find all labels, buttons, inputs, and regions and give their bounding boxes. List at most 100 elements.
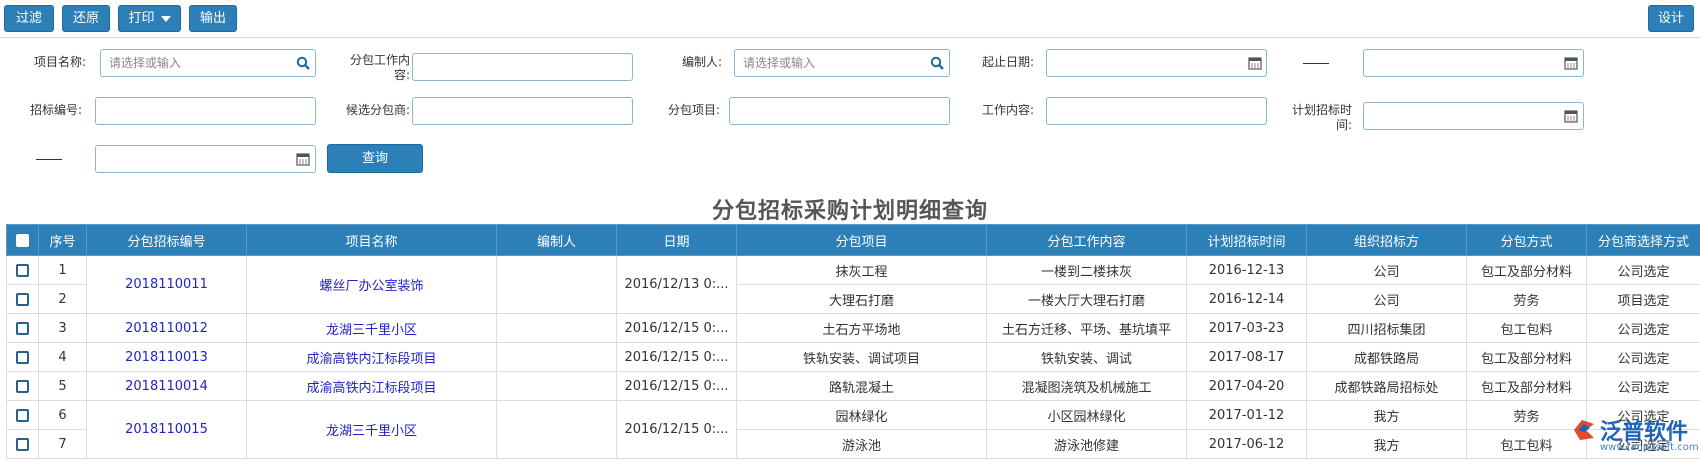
mode-cell: 劳务 — [1466, 400, 1587, 430]
plan-time-label-1: 计划招标时 — [1291, 103, 1352, 117]
print-button[interactable]: 打印 — [118, 5, 181, 32]
date-range-dash — [1303, 63, 1329, 64]
work-content-cell: 一楼大厅大理石打磨 — [986, 284, 1187, 314]
seq-cell: 6 — [38, 400, 87, 430]
table-header-row: 序号 分包招标编号 项目名称 编制人 日期 分包项目 分包工作内容 计划招标时间… — [6, 224, 1700, 256]
select-all-checkbox[interactable] — [16, 233, 29, 247]
sub-work-content-label-1: 分包工作内 — [349, 53, 410, 67]
search-icon[interactable] — [296, 56, 310, 70]
mode-cell: 包工包料 — [1466, 429, 1587, 459]
compiler-cell — [496, 371, 617, 401]
print-label: 打印 — [128, 11, 155, 26]
end-date-input[interactable] — [1363, 49, 1584, 77]
compiler-cell — [496, 255, 617, 314]
row-checkbox[interactable] — [16, 350, 29, 364]
watermark-url: www.fanpusoft.com — [1600, 442, 1699, 453]
table-row[interactable]: 4 2018110013 成渝高铁内江标段项目 2016/12/15 0:...… — [6, 342, 1700, 372]
row-select-cell[interactable] — [6, 313, 39, 343]
bid-no-link[interactable]: 2018110012 — [86, 313, 247, 343]
selection-cell: 公司选定 — [1586, 255, 1700, 285]
col-header[interactable]: 分包招标编号 — [86, 224, 247, 256]
organizer-cell: 四川招标集团 — [1306, 313, 1467, 343]
sub-work-content-label-2: 容: — [393, 68, 410, 82]
calendar-icon[interactable] — [296, 152, 310, 166]
page-title: 分包招标采购计划明细查询 — [711, 199, 988, 224]
sub-work-content-input[interactable] — [412, 53, 633, 81]
mode-cell: 包工及部分材料 — [1466, 371, 1587, 401]
restore-button[interactable]: 还原 — [62, 5, 110, 32]
project-name-link[interactable]: 龙湖三千里小区 — [246, 400, 497, 459]
project-name-link[interactable]: 螺丝厂办公室装饰 — [246, 255, 497, 314]
sub-project-cell: 路轨混凝土 — [736, 371, 987, 401]
bid-no-link[interactable]: 2018110014 — [86, 371, 247, 401]
select-all-cell[interactable] — [6, 224, 39, 256]
date-cell: 2016/12/15 0:... — [616, 313, 737, 343]
project-name-link[interactable]: 成渝高铁内江标段项目 — [246, 371, 497, 401]
compiler-label: 编制人: — [681, 55, 722, 69]
row-select-cell[interactable] — [6, 371, 39, 401]
col-header[interactable]: 组织招标方 — [1306, 224, 1467, 256]
sub-project-cell: 抹灰工程 — [736, 255, 987, 285]
calendar-icon[interactable] — [1248, 56, 1262, 70]
col-header[interactable]: 编制人 — [496, 224, 617, 256]
row-select-cell[interactable] — [6, 429, 39, 459]
project-name-link[interactable]: 龙湖三千里小区 — [246, 313, 497, 343]
bid-no-link[interactable]: 2018110011 — [86, 255, 247, 314]
col-header[interactable]: 分包项目 — [736, 224, 987, 256]
row-checkbox[interactable] — [16, 321, 29, 335]
col-header[interactable]: 分包商选择方式 — [1586, 224, 1700, 256]
candidate-label: 候选分包商: — [345, 103, 410, 117]
row-checkbox[interactable] — [16, 379, 29, 393]
compiler-input[interactable] — [734, 49, 950, 77]
date-cell: 2016/12/15 0:... — [616, 342, 737, 372]
seq-cell: 1 — [38, 255, 87, 285]
bid-no-link[interactable]: 2018110013 — [86, 342, 247, 372]
filter-button[interactable]: 过滤 — [4, 5, 54, 32]
selection-cell: 公司选定 — [1586, 371, 1700, 401]
search-icon[interactable] — [930, 56, 944, 70]
row-checkbox[interactable] — [16, 408, 29, 422]
seq-cell: 3 — [38, 313, 87, 343]
col-header[interactable]: 序号 — [38, 224, 87, 256]
table-row[interactable]: 3 2018110012 龙湖三千里小区 2016/12/15 0:... 土石… — [6, 313, 1700, 343]
col-header[interactable]: 分包方式 — [1466, 224, 1587, 256]
seq-cell: 2 — [38, 284, 87, 314]
col-header[interactable]: 分包工作内容 — [986, 224, 1187, 256]
col-header[interactable]: 项目名称 — [246, 224, 497, 256]
toolbar: 过滤 还原 打印 输出 设计 — [0, 0, 1700, 38]
plan-time-end-input[interactable] — [95, 145, 316, 173]
mode-cell: 劳务 — [1466, 284, 1587, 314]
row-checkbox[interactable] — [16, 437, 29, 451]
date-cell: 2016/12/13 0:... — [616, 255, 737, 314]
row-select-cell[interactable] — [6, 255, 39, 285]
table-row[interactable]: 1 2018110011 螺丝厂办公室装饰 2016/12/13 0:... 抹… — [6, 255, 1700, 314]
row-checkbox[interactable] — [16, 292, 29, 306]
bid-no-input[interactable] — [95, 97, 316, 125]
table-row[interactable]: 6 2018110015 龙湖三千里小区 2016/12/15 0:... 园林… — [6, 400, 1700, 459]
sub-project-cell: 铁轨安装、调试项目 — [736, 342, 987, 372]
col-header[interactable]: 计划招标时间 — [1186, 224, 1307, 256]
work-content-input[interactable] — [1046, 97, 1267, 125]
col-header[interactable]: 日期 — [616, 224, 737, 256]
row-checkbox[interactable] — [16, 263, 29, 277]
query-button[interactable]: 查询 — [327, 144, 423, 173]
mode-cell: 包工包料 — [1466, 313, 1587, 343]
calendar-icon[interactable] — [1564, 56, 1578, 70]
row-select-cell[interactable] — [6, 342, 39, 372]
table-row[interactable]: 5 2018110014 成渝高铁内江标段项目 2016/12/15 0:...… — [6, 371, 1700, 401]
project-name-input[interactable] — [100, 49, 316, 77]
export-button[interactable]: 输出 — [189, 5, 237, 32]
bid-no-link[interactable]: 2018110015 — [86, 400, 247, 459]
calendar-icon[interactable] — [1564, 109, 1578, 123]
date-cell: 2016/12/15 0:... — [616, 371, 737, 401]
compiler-cell — [496, 313, 617, 343]
start-date-input[interactable] — [1046, 49, 1267, 77]
sub-project-input[interactable] — [729, 97, 950, 125]
project-name-link[interactable]: 成渝高铁内江标段项目 — [246, 342, 497, 372]
plan-time-start-input[interactable] — [1363, 102, 1584, 130]
sub-work-content-label: 分包工作内 容: — [330, 53, 410, 83]
candidate-input[interactable] — [412, 97, 633, 125]
row-select-cell[interactable] — [6, 400, 39, 430]
row-select-cell[interactable] — [6, 284, 39, 314]
design-button[interactable]: 设计 — [1648, 5, 1694, 32]
